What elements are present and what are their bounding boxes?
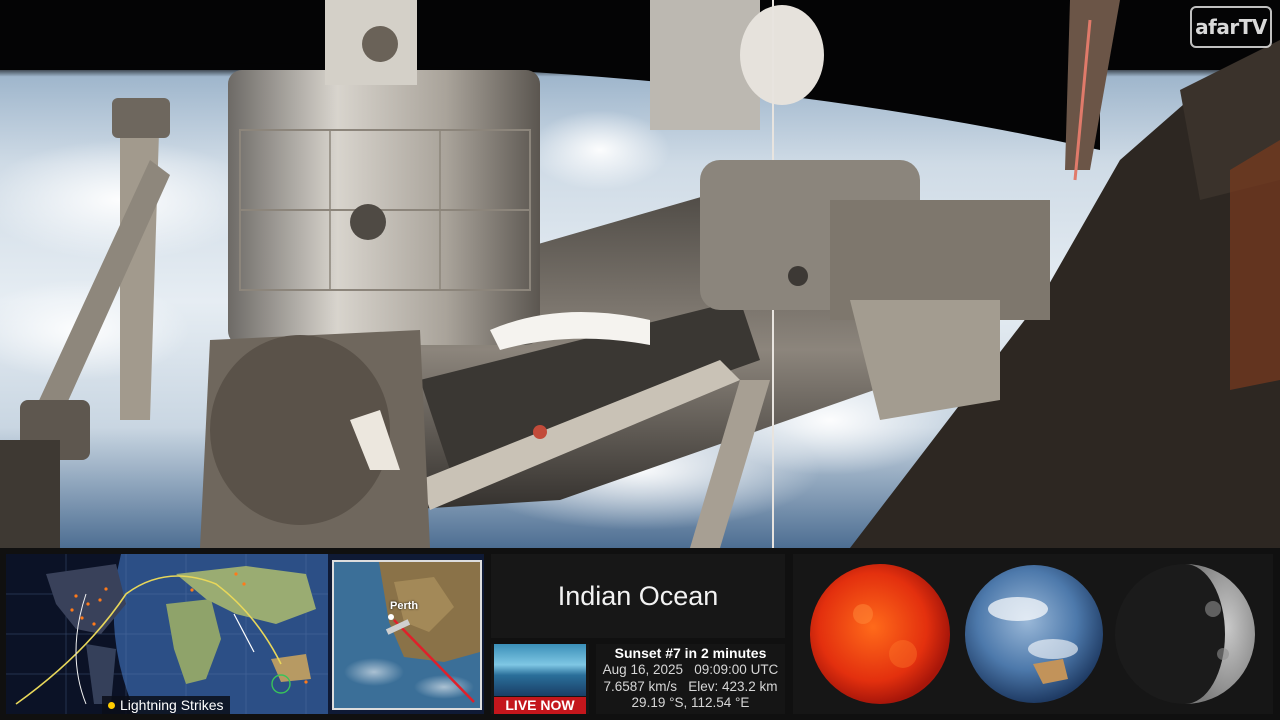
channel-logo: afarTV xyxy=(1190,6,1272,48)
moon-image xyxy=(1115,564,1255,704)
inset-city-label: Perth xyxy=(390,600,419,612)
iss-camera-feed: afarTV xyxy=(0,0,1280,548)
speed-value: 7.6587 km/s xyxy=(603,678,677,694)
region-name: Indian Ocean xyxy=(557,580,719,611)
world-map xyxy=(6,554,328,714)
earth-image xyxy=(965,565,1103,703)
speed-elev-row: 7.6587 km/s Elev: 423.2 km xyxy=(596,679,785,696)
lightning-dot-icon xyxy=(108,701,115,709)
sun-image xyxy=(810,564,950,704)
station-scene xyxy=(0,0,1280,548)
ground-track-map[interactable]: Perth Lightning Strikes xyxy=(6,554,484,714)
ocean-preview-image xyxy=(494,644,586,696)
telemetry-panel: Sunset #7 in 2 minutes Aug 16, 2025 09:0… xyxy=(596,644,785,714)
lightning-label: Lightning Strikes xyxy=(120,697,224,713)
celestial-bodies-panel xyxy=(793,554,1273,714)
date-value: Aug 16, 2025 xyxy=(602,661,683,677)
elevation-value: Elev: 423.2 km xyxy=(688,678,778,694)
telemetry-bar: Perth Lightning Strikes Indian Ocean LIV… xyxy=(0,548,1280,720)
time-value: 09:09:00 UTC xyxy=(694,661,779,677)
lightning-legend: Lightning Strikes xyxy=(102,696,230,714)
location-panel: Indian Ocean xyxy=(491,554,785,638)
event-countdown: Sunset #7 in 2 minutes xyxy=(614,645,767,661)
coordinates-value: 29.19 °S, 112.54 °E xyxy=(631,695,750,711)
datetime-row: Aug 16, 2025 09:09:00 UTC xyxy=(596,662,785,679)
inset-map: Perth xyxy=(332,560,482,710)
live-badge: LIVE NOW xyxy=(494,697,586,714)
live-thumbnail[interactable]: LIVE NOW xyxy=(491,644,589,714)
